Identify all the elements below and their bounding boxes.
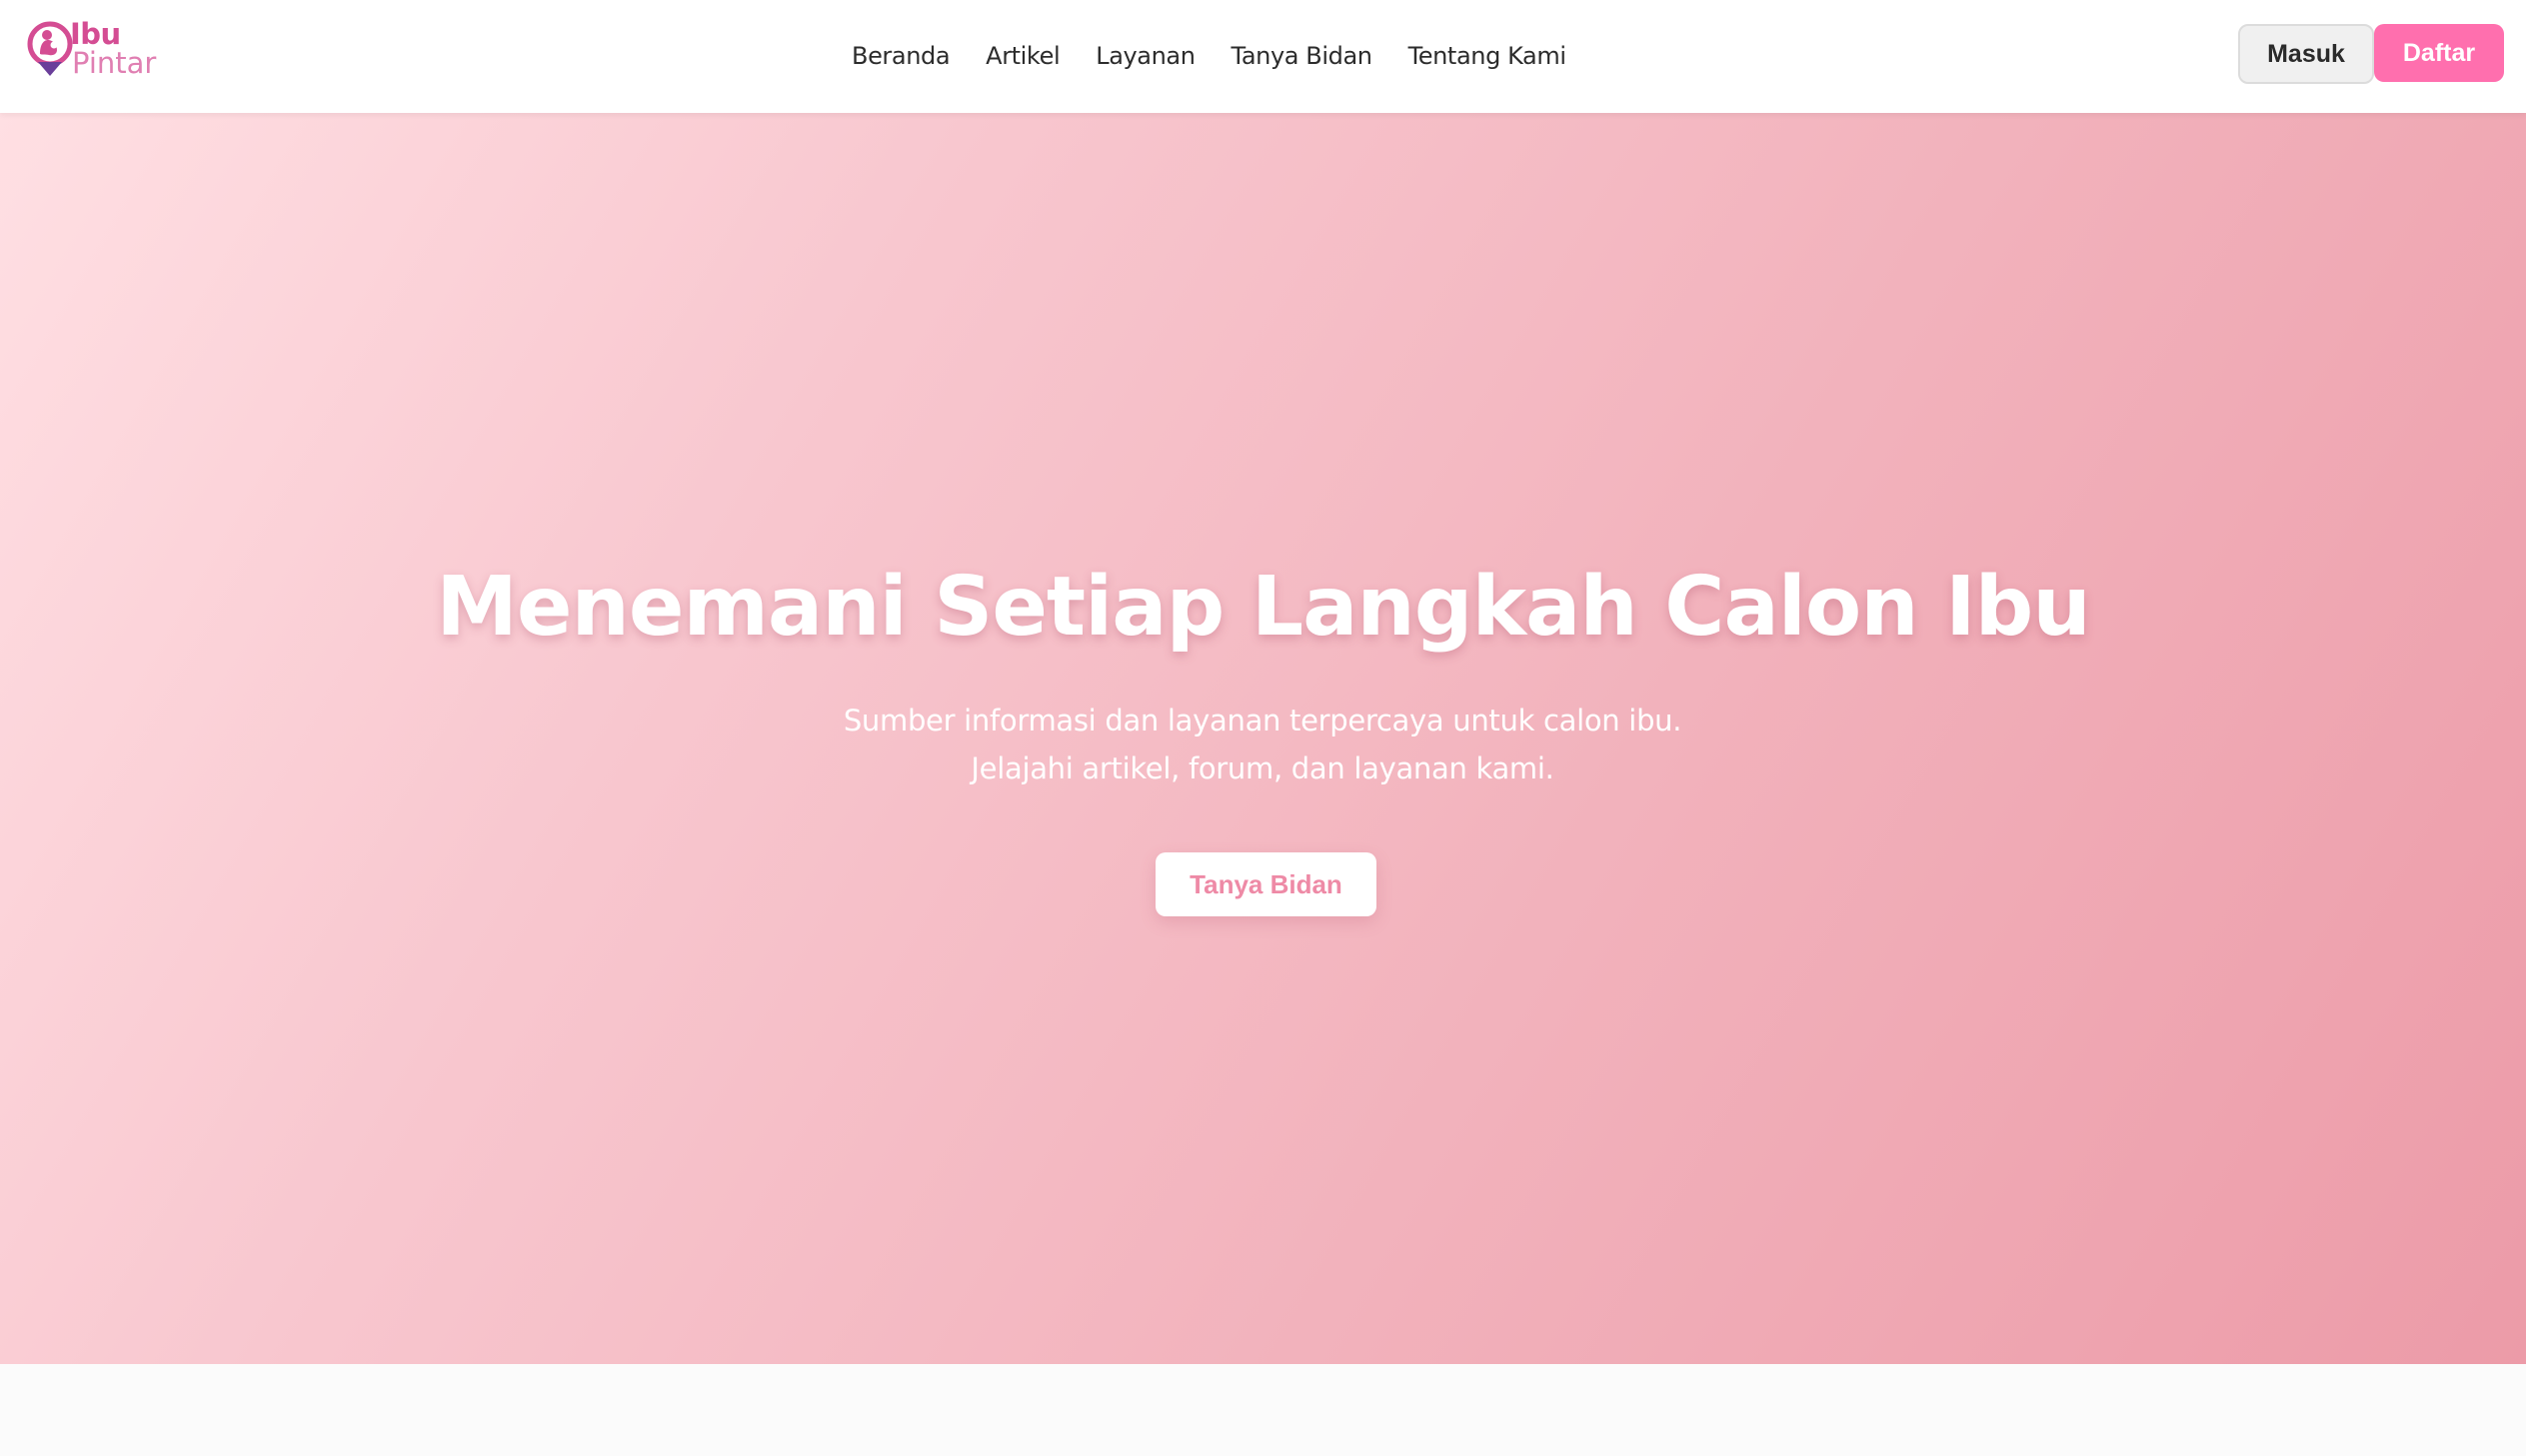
login-button[interactable]: Masuk: [2238, 24, 2374, 84]
main-nav: Beranda Artikel Layanan Tanya Bidan Tent…: [852, 36, 1566, 76]
nav-link-beranda[interactable]: Beranda: [852, 42, 951, 70]
hero-title: Menemani Setiap Langkah Calon Ibu: [436, 560, 2091, 655]
register-button[interactable]: Daftar: [2374, 24, 2504, 82]
nav-item-tanya-bidan: Tanya Bidan: [1232, 42, 1372, 70]
nav-link-tanya-bidan[interactable]: Tanya Bidan: [1232, 42, 1372, 70]
nav-item-tentang-kami: Tentang Kami: [1408, 42, 1566, 70]
brand-name-bottom: Pintar: [72, 46, 157, 80]
nav-link-tentang-kami[interactable]: Tentang Kami: [1408, 42, 1566, 70]
brand-logo-link[interactable]: Ibu Pintar: [26, 16, 166, 80]
ask-midwife-cta-button[interactable]: Tanya Bidan: [1156, 852, 1376, 916]
nav-item-beranda: Beranda: [852, 42, 951, 70]
nav-link-artikel[interactable]: Artikel: [986, 42, 1060, 70]
hero-subtitle: Sumber informasi dan layanan terpercaya …: [843, 704, 1682, 785]
content-section: [0, 1364, 2526, 1456]
nav-link-layanan[interactable]: Layanan: [1096, 42, 1196, 70]
top-navbar: Ibu Pintar Beranda Artikel Layanan Tanya…: [0, 0, 2526, 113]
nav-item-layanan: Layanan: [1096, 42, 1196, 70]
nav-item-artikel: Artikel: [986, 42, 1060, 70]
hero-section: Menemani Setiap Langkah Calon Ibu Sumber…: [0, 113, 2526, 1364]
